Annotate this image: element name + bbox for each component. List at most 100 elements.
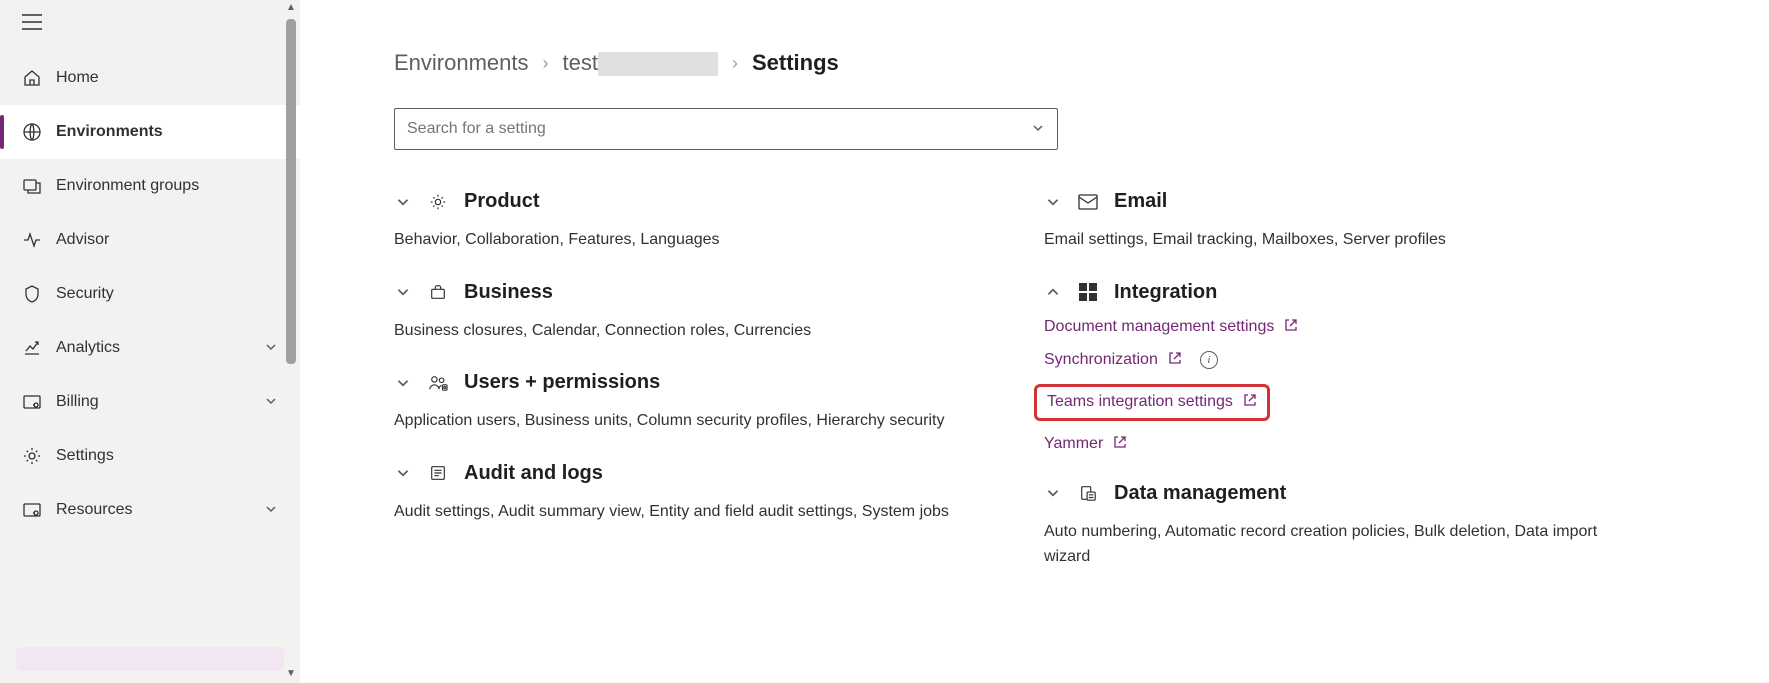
sidebar-promo-card[interactable] [16,647,284,671]
billing-icon [22,392,42,412]
breadcrumb-root[interactable]: Environments [394,50,529,76]
hamburger-icon [22,14,42,30]
sidebar-item-home[interactable]: Home [0,51,300,105]
sidebar-item-label: Billing [56,393,264,411]
sidebar-nav: Home Environments Environment groups Adv… [0,51,300,635]
external-link-icon [1284,318,1298,337]
sidebar-item-settings[interactable]: Settings [0,429,300,483]
breadcrumb-env[interactable]: test [563,50,718,76]
mail-icon [1078,192,1098,212]
category-header[interactable]: Product [394,190,954,213]
sidebar-item-label: Settings [56,447,278,465]
link-label: Document management settings [1044,318,1274,336]
category-title: Integration [1114,281,1217,304]
external-link-icon [1113,435,1127,454]
category-title: Business [464,281,553,304]
link-document-management[interactable]: Document management settings [1044,318,1604,337]
category-title: Audit and logs [464,462,603,485]
list-icon [428,463,448,483]
chevron-down-icon [394,283,412,301]
category-header[interactable]: Data management [1044,482,1604,505]
chevron-down-icon [394,374,412,392]
category-audit: Audit and logs Audit settings, Audit sum… [394,462,954,525]
category-email: Email Email settings, Email tracking, Ma… [1044,190,1604,253]
chevron-down-icon [394,464,412,482]
sidebar-item-environment-groups[interactable]: Environment groups [0,159,300,213]
sidebar-item-resources[interactable]: Resources [0,483,300,537]
category-product: Product Behavior, Collaboration, Feature… [394,190,954,253]
pulse-icon [22,230,42,250]
resources-icon [22,500,42,520]
sidebar-item-analytics[interactable]: Analytics [0,321,300,375]
link-label: Synchronization [1044,351,1158,369]
link-label: Teams integration settings [1047,393,1233,411]
settings-search[interactable] [394,108,1058,150]
search-input[interactable] [407,120,1031,138]
sidebar-item-billing[interactable]: Billing [0,375,300,429]
sidebar-item-label: Home [56,69,278,87]
category-subtitle: Email settings, Email tracking, Mailboxe… [1044,227,1604,253]
external-link-icon [1243,393,1257,412]
chevron-down-icon [1044,193,1062,211]
sidebar-item-environments[interactable]: Environments [0,105,300,159]
category-header[interactable]: Audit and logs [394,462,954,485]
category-integration: Integration Document management settings… [1044,281,1604,454]
sidebar-item-label: Environments [56,123,278,141]
category-title: Users + permissions [464,371,660,394]
scrollbar-thumb[interactable] [286,19,296,364]
category-header[interactable]: Users + permissions [394,371,954,394]
integration-links: Document management settings Synchroniza… [1044,318,1604,454]
scroll-down-icon: ▼ [286,556,296,683]
category-header[interactable]: Integration [1044,281,1604,304]
sidebar-item-advisor[interactable]: Advisor [0,213,300,267]
sidebar-scrollbar[interactable]: ▲ ▼ [284,0,298,683]
chart-icon [22,338,42,358]
category-subtitle: Behavior, Collaboration, Features, Langu… [394,227,954,253]
chevron-right-icon: › [732,53,738,74]
category-title: Email [1114,190,1167,213]
breadcrumb: Environments › test › Settings [394,50,1769,76]
gear-icon [428,192,448,212]
environment-groups-icon [22,176,42,196]
category-header[interactable]: Email [1044,190,1604,213]
category-header[interactable]: Business [394,281,954,304]
external-link-icon [1168,351,1182,370]
category-subtitle: Business closures, Calendar, Connection … [394,318,954,344]
chevron-up-icon [1044,283,1062,301]
settings-column-right: Email Email settings, Email tracking, Ma… [1044,190,1604,598]
people-icon [428,373,448,393]
sidebar-item-label: Analytics [56,339,264,357]
globe-icon [22,122,42,142]
category-business: Business Business closures, Calendar, Co… [394,281,954,344]
link-synchronization[interactable]: Synchronization i [1044,351,1604,370]
redacted-text [598,52,718,76]
category-data-management: Data management Auto numbering, Automati… [1044,482,1604,570]
sidebar-item-label: Resources [56,501,264,519]
chevron-down-icon [264,394,278,411]
link-label: Yammer [1044,435,1103,453]
breadcrumb-env-label: test [563,50,598,75]
database-icon [1078,483,1098,503]
main-content: Environments › test › Settings [300,0,1769,683]
category-subtitle: Audit settings, Audit summary view, Enti… [394,499,954,525]
sidebar-item-label: Advisor [56,231,278,249]
info-icon[interactable]: i [1200,351,1218,369]
link-teams-integration[interactable]: Teams integration settings [1034,384,1270,421]
chevron-down-icon [264,340,278,357]
link-yammer[interactable]: Yammer [1044,435,1604,454]
sidebar-item-label: Environment groups [56,177,278,195]
category-subtitle: Application users, Business units, Colum… [394,408,954,434]
scroll-up-icon: ▲ [286,0,296,17]
sidebar-item-security[interactable]: Security [0,267,300,321]
category-subtitle: Auto numbering, Automatic record creatio… [1044,519,1604,570]
settings-columns: Product Behavior, Collaboration, Feature… [394,190,1769,598]
category-title: Data management [1114,482,1286,505]
breadcrumb-current: Settings [752,50,839,76]
home-icon [22,68,42,88]
chevron-down-icon [394,193,412,211]
sidebar: Home Environments Environment groups Adv… [0,0,300,683]
hamburger-button[interactable] [0,0,300,51]
chevron-down-icon [264,502,278,519]
chevron-right-icon: › [543,53,549,74]
sidebar-item-label: Security [56,285,278,303]
